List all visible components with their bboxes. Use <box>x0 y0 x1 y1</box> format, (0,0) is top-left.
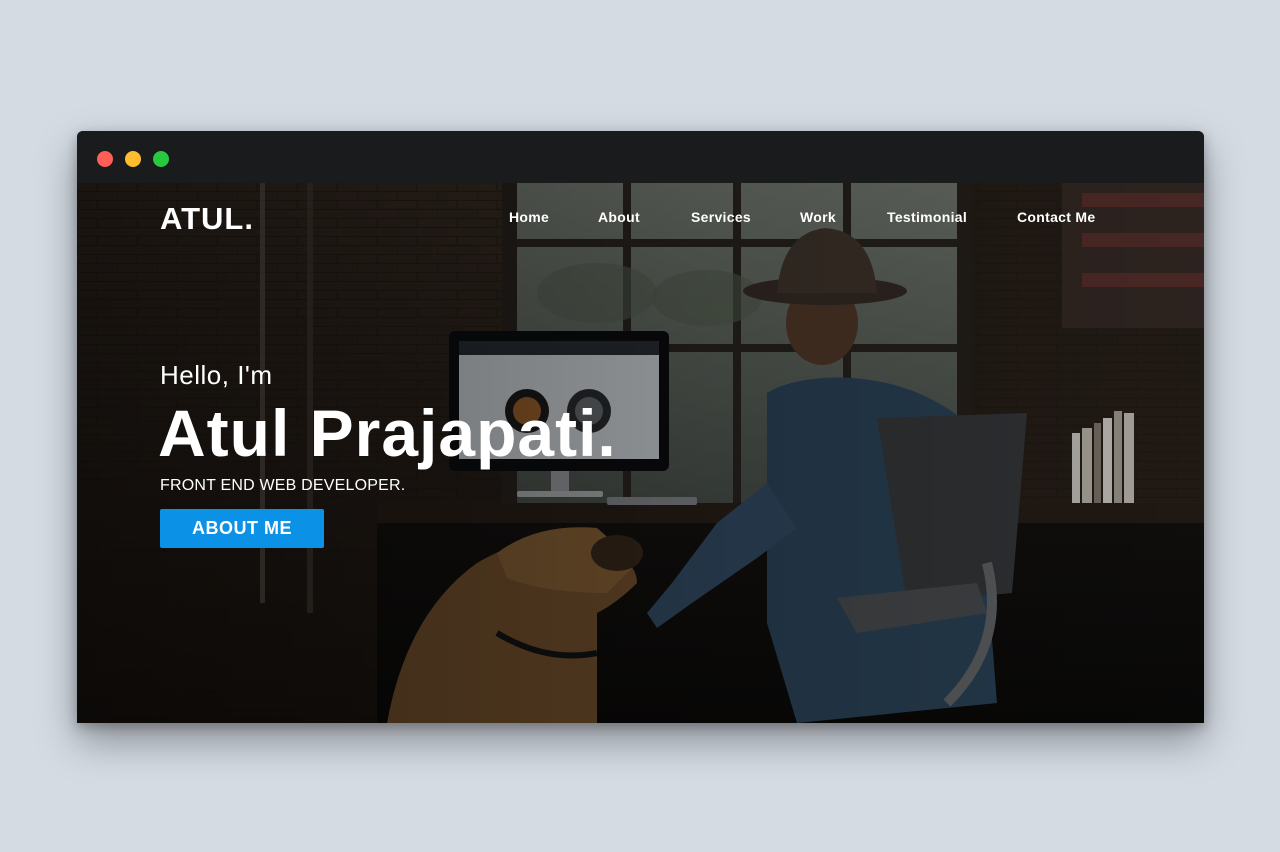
nav-item-testimonial[interactable]: Testimonial <box>887 209 967 225</box>
nav-item-contact-me[interactable]: Contact Me <box>1017 209 1095 225</box>
site-logo[interactable]: ATUL. <box>160 201 254 237</box>
hero-section: ATUL. Home About Services Work Testimoni… <box>77 183 1204 723</box>
browser-window: ATUL. Home About Services Work Testimoni… <box>77 131 1204 723</box>
hero-role: FRONT END WEB DEVELOPER. <box>160 477 406 494</box>
nav-item-about[interactable]: About <box>598 209 640 225</box>
about-me-button[interactable]: ABOUT ME <box>160 509 324 548</box>
minimize-window-button[interactable] <box>125 151 141 167</box>
window-titlebar <box>77 131 1204 183</box>
nav-item-home[interactable]: Home <box>509 209 549 225</box>
maximize-window-button[interactable] <box>153 151 169 167</box>
nav-item-work[interactable]: Work <box>800 209 836 225</box>
hero-greeting: Hello, I'm <box>160 360 273 390</box>
nav-item-services[interactable]: Services <box>691 209 751 225</box>
hero-name: Atul Prajapati. <box>158 396 617 470</box>
close-window-button[interactable] <box>97 151 113 167</box>
